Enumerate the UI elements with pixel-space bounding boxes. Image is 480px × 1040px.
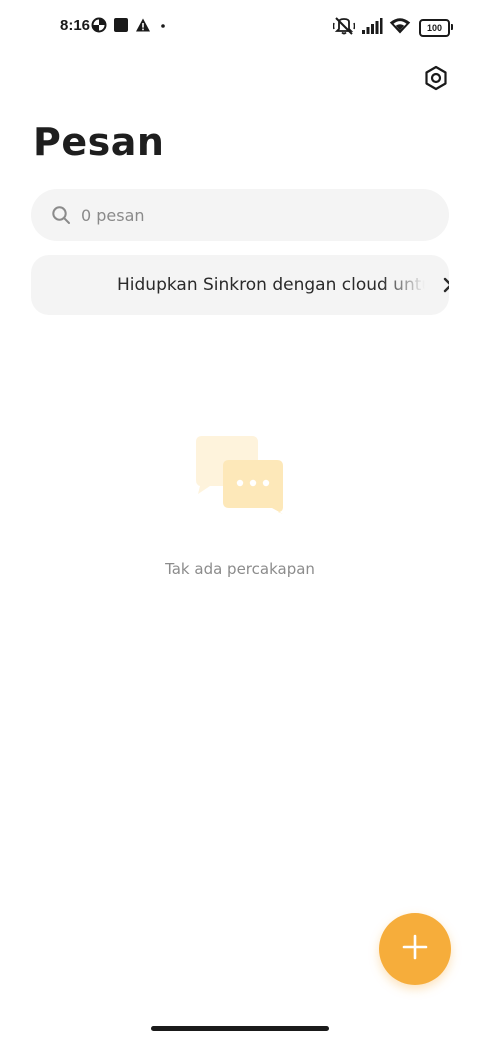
sync-text-wrap: Hidupkan Sinkron dengan cloud untuk menc… — [117, 255, 425, 315]
app-square-icon — [113, 17, 129, 37]
wifi-icon — [389, 17, 411, 39]
sync-banner-text: Hidupkan Sinkron dengan cloud untuk menc… — [117, 275, 425, 295]
vibrate-off-icon — [332, 16, 356, 40]
status-time: 8:16 — [60, 17, 91, 34]
page-title: Pesan — [33, 120, 165, 164]
battery-icon: 100 — [419, 19, 453, 37]
chat-bubbles-icon — [196, 436, 286, 516]
status-right-icons: 100 — [332, 16, 453, 40]
search-icon — [51, 205, 71, 225]
signal-icon — [361, 17, 383, 39]
status-left-icons — [91, 17, 167, 37]
search-bar[interactable] — [31, 189, 449, 241]
data-saver-icon — [91, 17, 107, 37]
plus-icon — [401, 933, 429, 965]
sync-banner[interactable]: Hidupkan Sinkron dengan cloud untuk menc… — [31, 255, 449, 315]
empty-state-text: Tak ada percakapan — [165, 560, 315, 578]
warning-icon — [135, 17, 151, 37]
settings-hex-icon — [423, 65, 449, 95]
search-input[interactable] — [81, 189, 431, 241]
home-indicator[interactable] — [151, 1026, 329, 1031]
dot-icon — [157, 17, 167, 37]
new-message-button[interactable] — [379, 913, 451, 985]
status-bar: 8:16 100 — [0, 0, 480, 56]
chevron-right-icon — [439, 276, 449, 294]
settings-button[interactable] — [422, 65, 450, 95]
